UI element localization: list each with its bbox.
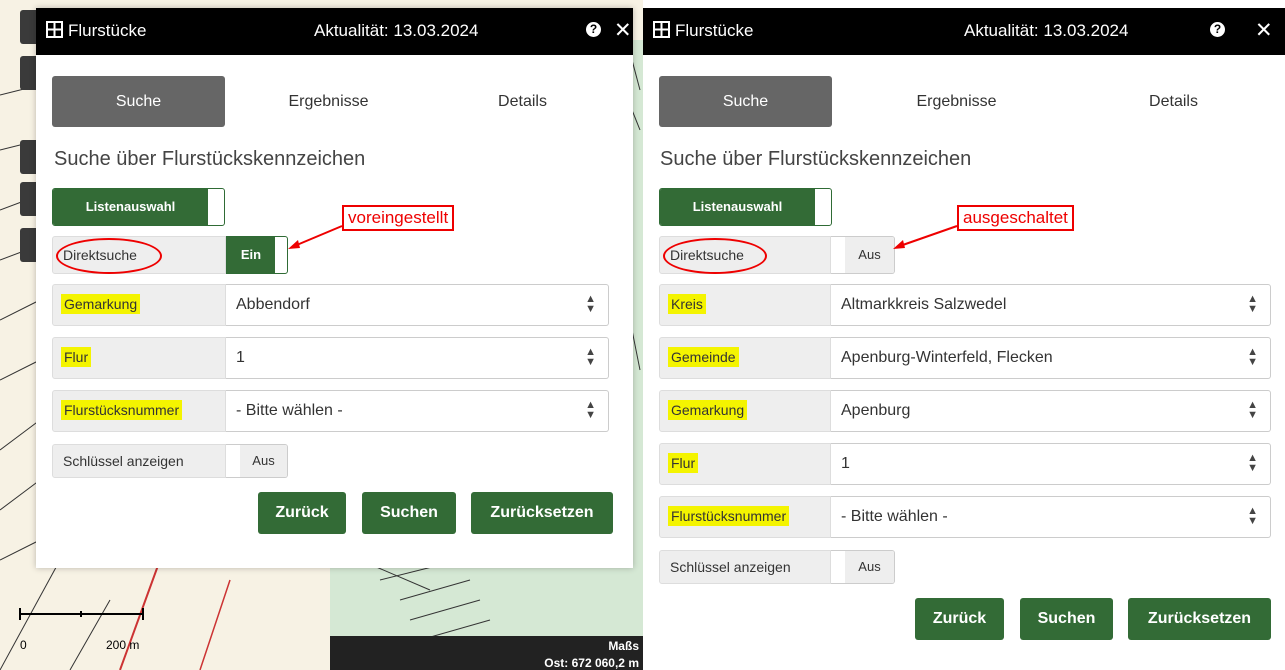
schluessel-switch[interactable]: Aus (226, 444, 288, 478)
select-arrows-icon: ▲ ▼ (1247, 346, 1258, 368)
flur-select[interactable]: 1 ▲ ▼ (226, 337, 609, 379)
annotation-arrow (288, 225, 343, 249)
direktsuche-state: Ein (227, 237, 275, 273)
aktualitaet-label: Aktualität: 13.03.2024 (964, 21, 1129, 40)
gemarkung-label-box: Gemarkung (659, 390, 831, 432)
select-arrows-icon: ▲ ▼ (1247, 293, 1258, 315)
gemarkung-value: Abbendorf (236, 296, 310, 313)
flurstuecksnummer-label: Flurstücksnummer (61, 400, 183, 420)
coordinate-box: Maßs Ost: 672 060,2 m (330, 636, 643, 670)
tab-ergebnisse[interactable]: Ergebnisse (242, 76, 415, 127)
suchen-button[interactable]: Suchen (1020, 598, 1113, 640)
panel-header: Flurstücke Aktualität: 13.03.2024 ? ✕ (643, 8, 1285, 55)
flurstuecksnummer-label: Flurstücksnummer (668, 506, 790, 526)
direktsuche-state: Aus (845, 237, 894, 273)
select-arrows-icon: ▲ ▼ (585, 399, 596, 421)
suchen-button[interactable]: Suchen (362, 492, 456, 534)
flur-select[interactable]: 1 ▲ ▼ (831, 443, 1271, 485)
panel-title: Flurstücke (675, 21, 754, 40)
tab-suche[interactable]: Suche (659, 76, 832, 127)
listenauswahl-label: Listenauswahl (53, 189, 208, 225)
flur-label: Flur (668, 453, 699, 473)
zurueck-button[interactable]: Zurück (258, 492, 346, 534)
flur-value: 1 (841, 455, 850, 472)
flur-label-box: Flur (52, 337, 226, 379)
schluessel-label-box: Schlüssel anzeigen (52, 444, 226, 478)
gemarkung-value: Apenburg (841, 402, 911, 419)
listenauswahl-toggle[interactable]: Listenauswahl (52, 188, 225, 226)
flur-value: 1 (236, 349, 245, 366)
schluessel-label-box: Schlüssel anzeigen (659, 550, 831, 584)
aktualitaet-label: Aktualität: 13.03.2024 (314, 21, 479, 40)
scale-zero-label: 0 (20, 638, 27, 652)
select-arrows-icon: ▲ ▼ (585, 346, 596, 368)
gemeinde-value: Apenburg-Winterfeld, Flecken (841, 349, 1053, 366)
direktsuche-switch[interactable]: Aus (831, 236, 895, 274)
panel-header: Flurstücke Aktualität: 13.03.2024 ? ✕ (36, 8, 633, 55)
select-arrows-icon: ▲ ▼ (1247, 399, 1258, 421)
select-arrows-icon: ▲ ▼ (585, 293, 596, 315)
direktsuche-switch[interactable]: Ein (226, 236, 288, 274)
kreis-label-box: Kreis (659, 284, 831, 326)
flurstuecksnummer-select[interactable]: - Bitte wählen - ▲ ▼ (831, 496, 1271, 538)
flurstuecksnummer-label-box: Flurstücksnummer (52, 390, 226, 432)
gemarkung-select[interactable]: Apenburg ▲ ▼ (831, 390, 1271, 432)
schluessel-label: Schlüssel anzeigen (63, 453, 184, 469)
kreis-value: Altmarkkreis Salzwedel (841, 296, 1007, 313)
schluessel-switch[interactable]: Aus (831, 550, 895, 584)
listenauswahl-toggle[interactable]: Listenauswahl (659, 188, 832, 226)
select-arrows-icon: ▲ ▼ (1247, 505, 1258, 527)
gemeinde-label: Gemeinde (668, 347, 739, 367)
kreis-label: Kreis (668, 294, 706, 314)
annotation-arrow (893, 225, 958, 249)
help-icon[interactable]: ? (586, 22, 601, 37)
gemarkung-label: Gemarkung (668, 400, 748, 420)
gemeinde-select[interactable]: Apenburg-Winterfeld, Flecken ▲ ▼ (831, 337, 1271, 379)
coordinate-title: Maßs (608, 639, 639, 653)
annotation-ellipse (56, 238, 162, 274)
select-arrows-icon: ▲ ▼ (1247, 452, 1258, 474)
panel-title: Flurstücke (68, 21, 147, 40)
scale-distance-label: 200 m (106, 638, 140, 652)
zuruecksetzen-button[interactable]: Zurücksetzen (1128, 598, 1271, 640)
tab-details[interactable]: Details (1087, 76, 1260, 127)
tab-details[interactable]: Details (436, 76, 609, 127)
scale-bar (19, 608, 144, 620)
gemarkung-select[interactable]: Abbendorf ▲ ▼ (226, 284, 609, 326)
tab-suche[interactable]: Suche (52, 76, 225, 127)
gemeinde-label-box: Gemeinde (659, 337, 831, 379)
coordinate-value: Ost: 672 060,2 m (544, 656, 639, 670)
tab-ergebnisse[interactable]: Ergebnisse (870, 76, 1043, 127)
section-title: Suche über Flurstückskennzeichen (660, 148, 972, 170)
schluessel-label: Schlüssel anzeigen (670, 559, 791, 575)
annotation-label: ausgeschaltet (957, 205, 1074, 231)
gemarkung-label-box: Gemarkung (52, 284, 226, 326)
listenauswahl-label: Listenauswahl (660, 189, 815, 225)
flurstuecksnummer-select[interactable]: - Bitte wählen - ▲ ▼ (226, 390, 609, 432)
schluessel-state: Aus (240, 445, 287, 477)
table-icon (46, 21, 63, 38)
annotation-label: voreingestellt (342, 205, 455, 231)
gemarkung-label: Gemarkung (61, 294, 141, 314)
kreis-select[interactable]: Altmarkkreis Salzwedel ▲ ▼ (831, 284, 1271, 326)
annotation-ellipse (663, 238, 767, 274)
flur-label: Flur (61, 347, 92, 367)
flurstuecke-panel-left: Flurstücke Aktualität: 13.03.2024 ? ✕ Su… (36, 8, 633, 568)
flurstuecke-panel-right: Flurstücke Aktualität: 13.03.2024 ? ✕ Su… (643, 8, 1285, 670)
close-icon[interactable]: ✕ (614, 18, 632, 43)
table-icon (653, 21, 670, 38)
schluessel-state: Aus (845, 551, 894, 583)
zurueck-button[interactable]: Zurück (915, 598, 1004, 640)
section-title: Suche über Flurstückskennzeichen (54, 148, 366, 170)
flurstuecksnummer-label-box: Flurstücksnummer (659, 496, 831, 538)
flur-label-box: Flur (659, 443, 831, 485)
close-icon[interactable]: ✕ (1255, 18, 1273, 43)
help-icon[interactable]: ? (1210, 22, 1225, 37)
flurstuecksnummer-value: - Bitte wählen - (236, 402, 343, 419)
zuruecksetzen-button[interactable]: Zurücksetzen (471, 492, 613, 534)
flurstuecksnummer-value: - Bitte wählen - (841, 508, 948, 525)
